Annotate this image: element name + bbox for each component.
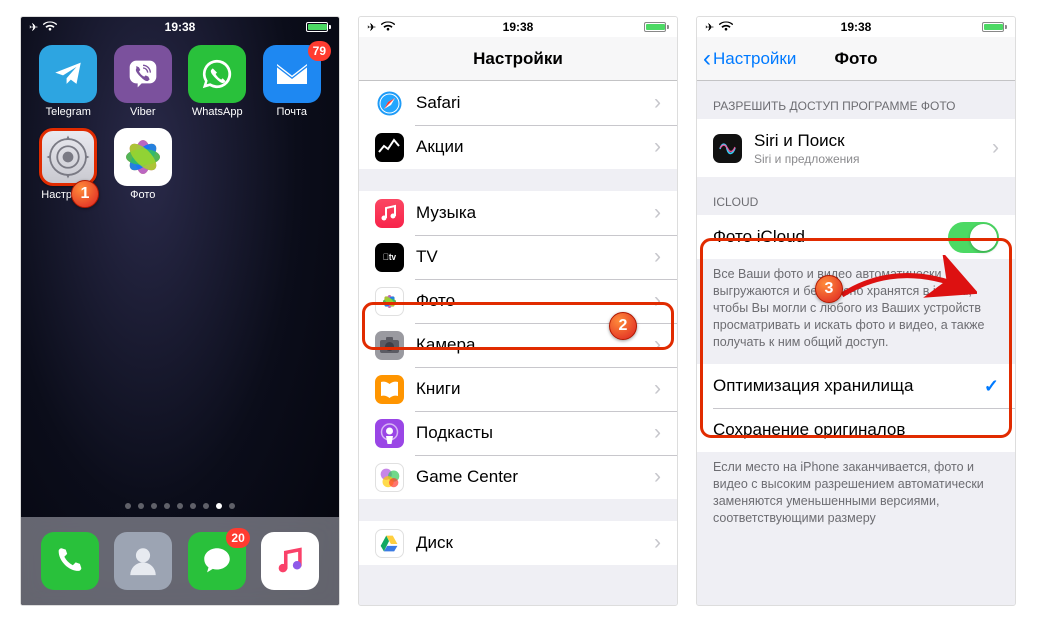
- app-whatsapp[interactable]: WhatsApp: [182, 45, 253, 118]
- airplane-mode-icon: [705, 20, 714, 34]
- row-siri[interactable]: Siri и Поиск Siri и предложения ›: [697, 119, 1015, 177]
- phone-photos-settings: 19:38 ‹Настройки Фото РАЗРЕШИТЬ ДОСТУП П…: [696, 16, 1016, 606]
- app-mail[interactable]: 79 Почта: [257, 45, 328, 118]
- airplane-mode-icon: [367, 20, 376, 34]
- chevron-right-icon: ›: [992, 136, 999, 160]
- chevron-right-icon: ›: [654, 289, 661, 313]
- chevron-right-icon: ›: [654, 245, 661, 269]
- viber-icon: [114, 45, 172, 103]
- wifi-icon: [381, 20, 395, 34]
- safari-icon: [375, 89, 404, 118]
- books-icon: [375, 375, 404, 404]
- photos-row-icon: [375, 287, 404, 316]
- status-time: 19:38: [841, 20, 872, 34]
- chevron-right-icon: ›: [654, 201, 661, 225]
- app-telegram[interactable]: Telegram: [33, 45, 104, 118]
- allow-access-header: РАЗРЕШИТЬ ДОСТУП ПРОГРАММЕ ФОТО: [697, 81, 1015, 119]
- back-button[interactable]: ‹Настройки: [703, 47, 796, 71]
- page-title: Фото: [835, 49, 878, 69]
- chevron-right-icon: ›: [654, 135, 661, 159]
- battery-icon: [644, 22, 669, 32]
- whatsapp-icon: [188, 45, 246, 103]
- photos-icon: [114, 128, 172, 186]
- dock-phone[interactable]: [41, 532, 99, 590]
- contacts-icon: [114, 532, 172, 590]
- row-optimize[interactable]: Оптимизация хранилища ✓: [697, 364, 1015, 408]
- chevron-right-icon: ›: [654, 531, 661, 555]
- status-bar: 19:38: [359, 17, 677, 37]
- chevron-right-icon: ›: [654, 421, 661, 445]
- step-1-badge: 1: [71, 180, 99, 208]
- camera-icon: [375, 331, 404, 360]
- navbar: Настройки: [359, 37, 677, 81]
- phone-settings: 19:38 Настройки Safari› Акции› Музыка› …: [358, 16, 678, 606]
- step-3-badge: 3: [815, 275, 843, 303]
- music-icon: [261, 532, 319, 590]
- row-stocks[interactable]: Акции›: [359, 125, 677, 169]
- wifi-icon: [43, 20, 57, 34]
- telegram-icon: [39, 45, 97, 103]
- icloud-description: Все Ваши фото и видео автоматически выгр…: [697, 259, 1015, 364]
- status-bar: 19:38: [21, 17, 339, 37]
- chevron-right-icon: ›: [654, 333, 661, 357]
- page-title: Настройки: [473, 49, 563, 69]
- battery-icon: [306, 22, 331, 32]
- chevron-right-icon: ›: [654, 91, 661, 115]
- podcasts-icon: [375, 419, 404, 448]
- app-viber[interactable]: Viber: [108, 45, 179, 118]
- gamecenter-icon: [375, 463, 404, 492]
- row-icloud-photos[interactable]: Фото iCloud: [697, 215, 1015, 259]
- storage-description: Если место на iPhone заканчивается, фото…: [697, 452, 1015, 541]
- step-2-badge: 2: [609, 312, 637, 340]
- wifi-icon: [719, 20, 733, 34]
- navbar: ‹Настройки Фото: [697, 37, 1015, 81]
- row-music[interactable]: Музыка›: [359, 191, 677, 235]
- page-indicator[interactable]: [21, 503, 339, 509]
- dock-contacts[interactable]: [114, 532, 172, 590]
- row-books[interactable]: Книги›: [359, 367, 677, 411]
- tv-icon: tv: [375, 243, 404, 272]
- checkmark-icon: ✓: [984, 376, 999, 397]
- app-photos[interactable]: Фото: [108, 128, 179, 201]
- phone-icon: [41, 532, 99, 590]
- chevron-left-icon: ‹: [703, 47, 711, 71]
- chevron-right-icon: ›: [654, 465, 661, 489]
- row-originals[interactable]: Сохранение оригиналов: [697, 408, 1015, 452]
- dock-messages[interactable]: 20: [188, 532, 246, 590]
- status-bar: 19:38: [697, 17, 1015, 37]
- music-row-icon: [375, 199, 404, 228]
- siri-icon: [713, 134, 742, 163]
- drive-icon: [375, 529, 404, 558]
- row-podcasts[interactable]: Подкасты›: [359, 411, 677, 455]
- settings-icon: [39, 128, 97, 186]
- stocks-icon: [375, 133, 404, 162]
- status-time: 19:38: [165, 20, 196, 34]
- dock: 20: [21, 517, 339, 605]
- row-tv[interactable]: tv TV›: [359, 235, 677, 279]
- row-gamecenter[interactable]: Game Center›: [359, 455, 677, 499]
- status-time: 19:38: [503, 20, 534, 34]
- chevron-right-icon: ›: [654, 377, 661, 401]
- dock-music[interactable]: [261, 532, 319, 590]
- messages-badge: 20: [226, 528, 249, 548]
- phone-homescreen: 19:38 Telegram: [20, 16, 340, 606]
- mail-badge: 79: [308, 41, 331, 61]
- airplane-mode-icon: [29, 20, 38, 34]
- icloud-header: ICLOUD: [697, 177, 1015, 215]
- row-drive[interactable]: Диск›: [359, 521, 677, 565]
- row-safari[interactable]: Safari›: [359, 81, 677, 125]
- icloud-photos-toggle[interactable]: [948, 222, 999, 253]
- battery-icon: [982, 22, 1007, 32]
- app-settings[interactable]: Настройки 1: [33, 128, 104, 201]
